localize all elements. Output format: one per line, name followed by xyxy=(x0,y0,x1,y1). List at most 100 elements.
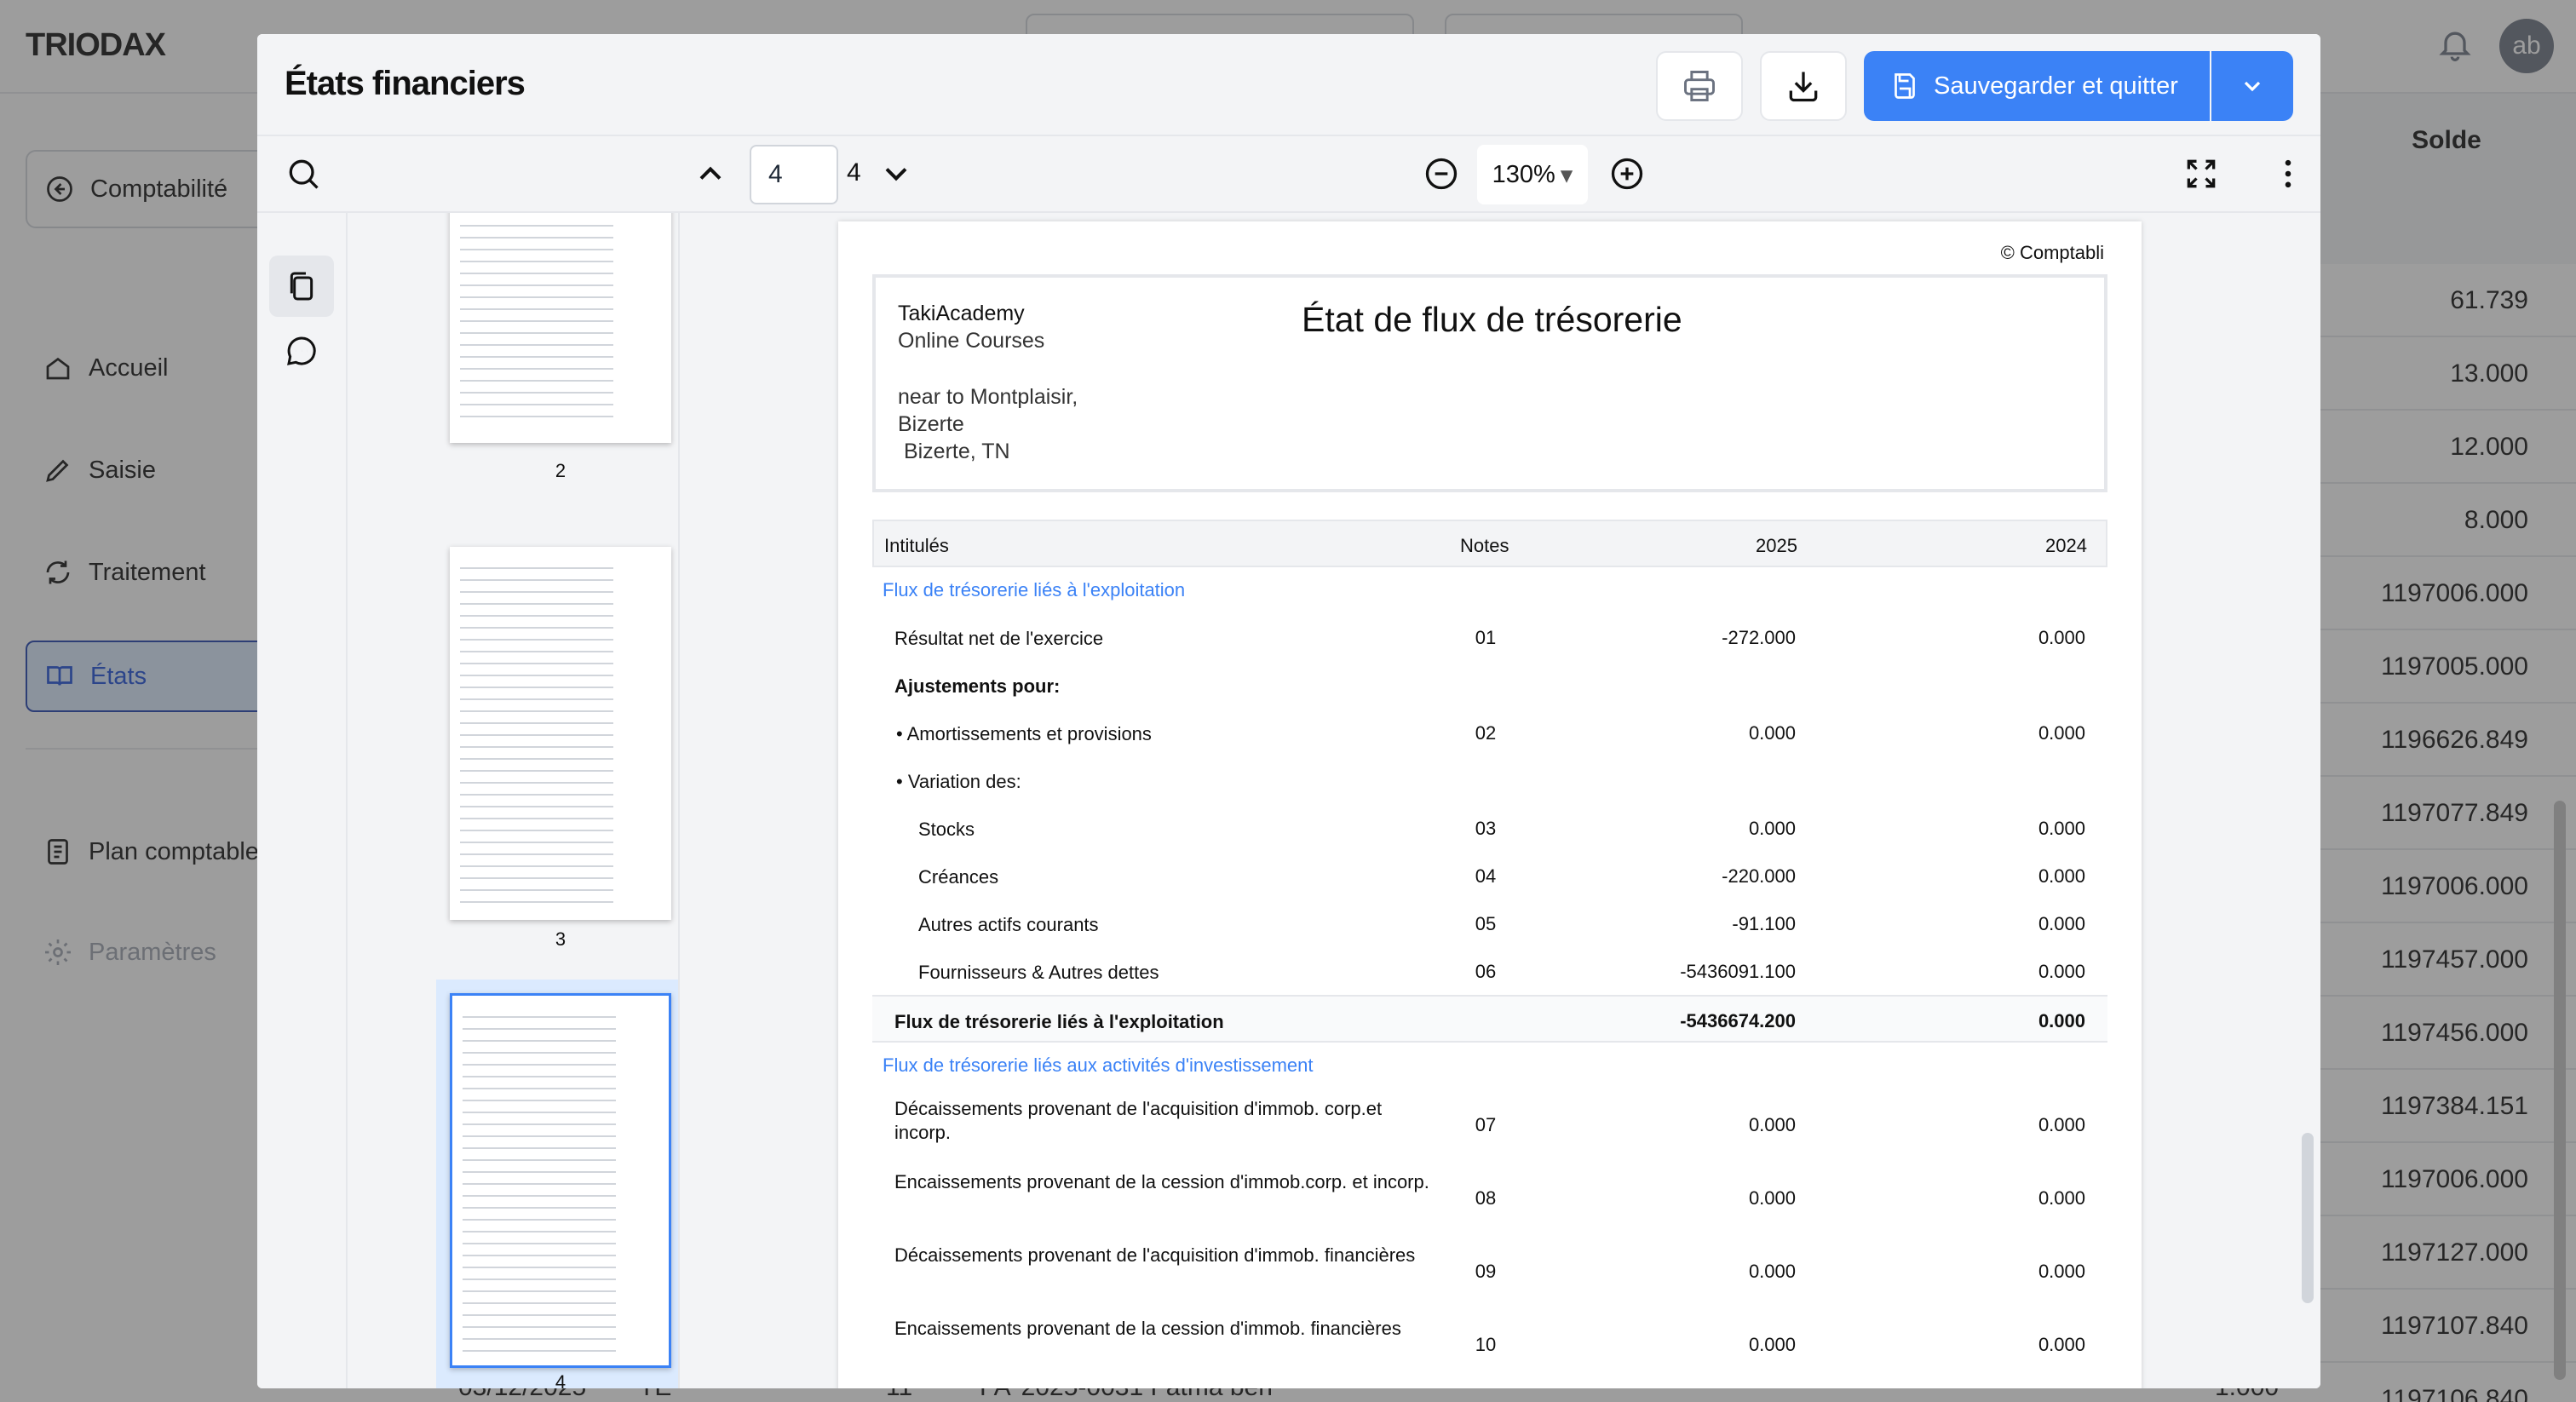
thumbnail-line xyxy=(460,344,613,346)
comment-icon xyxy=(287,336,316,365)
save-label: Sauvegarder et quitter xyxy=(1934,72,2178,100)
thumbnails-tab[interactable] xyxy=(269,256,334,317)
thumbnails-panel: 2 3 4 xyxy=(348,213,680,1388)
thumbnail-line xyxy=(463,1040,616,1042)
save-options-dropdown[interactable] xyxy=(2211,51,2293,121)
thumbnail-line xyxy=(463,1147,616,1149)
thumbnail-line xyxy=(460,261,613,262)
row-value-2025: -272.000 xyxy=(1722,627,1796,648)
thumbnail-line xyxy=(460,308,613,310)
row-label: Créances xyxy=(918,866,999,888)
zoom-out-icon[interactable] xyxy=(1421,153,1462,194)
thumbnail-line xyxy=(463,1255,616,1256)
company-block: TakiAcademy Online Courses xyxy=(898,300,1044,354)
thumbnail-line xyxy=(460,404,613,405)
printer-icon xyxy=(1684,71,1715,101)
thumbnail-line xyxy=(463,1302,616,1304)
thumbnail-line xyxy=(460,639,613,641)
thumbnail-line xyxy=(463,1243,616,1244)
download-icon xyxy=(1789,72,1818,102)
row-value-2025: -5436674.200 xyxy=(1680,1010,1796,1031)
row-value-2025: 0.000 xyxy=(1748,1261,1796,1282)
thumbnail-label: 2 xyxy=(555,460,566,481)
thumbnail-line xyxy=(463,1076,616,1077)
thumbnail-line xyxy=(463,1028,616,1030)
row-value-2024: 0.000 xyxy=(2038,1261,2085,1282)
row-label: Résultat net de l'exercice xyxy=(894,628,1104,649)
chevron-up-icon[interactable] xyxy=(690,153,731,194)
thumbnail-line xyxy=(460,249,613,250)
app-root: TRIODAX ab Comptabilité Accueil Saisie T… xyxy=(0,0,2576,1402)
row-label: Ajustements pour: xyxy=(894,675,1061,697)
row-value-2024: 0.000 xyxy=(2038,627,2085,648)
company-address: near to Montplaisir, Bizerte Bizerte, TN xyxy=(898,385,1078,463)
thumbnail-line xyxy=(463,1183,616,1185)
thumbnail-line xyxy=(463,1326,616,1328)
thumbnail-page-4[interactable] xyxy=(450,993,671,1368)
row-value-2025: -220.000 xyxy=(1722,865,1796,887)
table-row: Décaiss/encaiss provenant de la variatio… xyxy=(872,1382,2107,1388)
thumbnail-label: 4 xyxy=(555,1371,566,1388)
chevron-down-icon xyxy=(2244,81,2261,92)
chevron-down-icon[interactable] xyxy=(876,153,917,194)
fullscreen-icon[interactable] xyxy=(2181,153,2222,194)
thumbnail-page-3[interactable] xyxy=(450,547,671,920)
more-options-icon[interactable] xyxy=(2268,153,2309,194)
download-button[interactable] xyxy=(1760,51,1847,121)
document-page: © Comptabli TakiAcademy Online Courses n… xyxy=(838,221,2142,1388)
thumbnail-line xyxy=(460,284,613,286)
table-row: Encaissements provenant de la cession d'… xyxy=(872,1162,2107,1235)
document-scrollbar[interactable] xyxy=(2302,1133,2314,1303)
row-note: 10 xyxy=(1475,1334,1497,1355)
thumbnail-line xyxy=(460,416,613,417)
thumbnail-line xyxy=(460,615,613,617)
document-title: État de flux de trésorerie xyxy=(1302,300,1682,339)
comments-tab[interactable] xyxy=(269,320,334,382)
thumbnail-line xyxy=(463,1231,616,1232)
thumbnail-line xyxy=(460,651,613,652)
thumbnail-line xyxy=(460,368,613,370)
thumbnail-line xyxy=(460,627,613,629)
thumbnail-line xyxy=(460,758,613,760)
zoom-arrow: ▾ xyxy=(1560,161,1573,189)
thumbnail-line xyxy=(463,1219,616,1221)
thumbnail-line xyxy=(463,1135,616,1137)
save-icon xyxy=(1895,73,1915,99)
row-value-2024: 0.000 xyxy=(2038,1187,2085,1209)
row-label: • Amortissements et provisions xyxy=(896,723,1152,744)
thumbnail-line xyxy=(460,603,613,605)
thumbnail-line xyxy=(460,734,613,736)
table-row: • Variation des: xyxy=(872,756,2107,804)
thumbnail-line xyxy=(460,392,613,394)
save-and-quit-button[interactable]: Sauvegarder et quitter xyxy=(1864,51,2210,121)
thumbnail-line xyxy=(460,237,613,238)
row-note: 01 xyxy=(1475,627,1497,648)
thumbnail-line xyxy=(460,818,613,819)
table-row: Résultat net de l'exercice 01 -272.000 0.00… xyxy=(872,613,2107,661)
thumbnail-line xyxy=(463,1112,616,1113)
thumbnail-page-2[interactable] xyxy=(450,213,671,443)
row-label: Flux de trésorerie liés à l'exploitation xyxy=(894,1011,1224,1032)
thumbnail-line xyxy=(463,1290,616,1292)
thumbnail-line xyxy=(460,567,613,569)
zoom-select[interactable]: 130% ▾ xyxy=(1477,145,1588,204)
search-icon[interactable] xyxy=(283,153,324,194)
row-note: 09 xyxy=(1475,1261,1497,1282)
modal-title: États financiers xyxy=(285,65,526,102)
financial-statements-modal: États financiers Sauvegarder et quitter xyxy=(257,34,2320,1388)
print-button[interactable] xyxy=(1656,51,1743,121)
page-number-input[interactable]: 4 xyxy=(750,145,838,204)
row-note: 07 xyxy=(1475,1114,1497,1135)
copyright: © Comptabli xyxy=(2000,242,2104,263)
row-note: 04 xyxy=(1475,865,1497,887)
row-label: Encaissements provenant de la cession d'… xyxy=(894,1318,1401,1339)
thumbnail-line xyxy=(460,225,613,227)
zoom-in-icon[interactable] xyxy=(1607,153,1647,194)
thumbnail-line xyxy=(460,579,613,581)
thumbnail-line xyxy=(463,1016,616,1018)
row-value-2025: 0.000 xyxy=(1748,818,1796,839)
row-label: • Variation des: xyxy=(896,771,1021,792)
thumbnail-line xyxy=(460,889,613,891)
thumbnail-line xyxy=(463,1159,616,1161)
thumbnail-line xyxy=(463,1338,616,1340)
